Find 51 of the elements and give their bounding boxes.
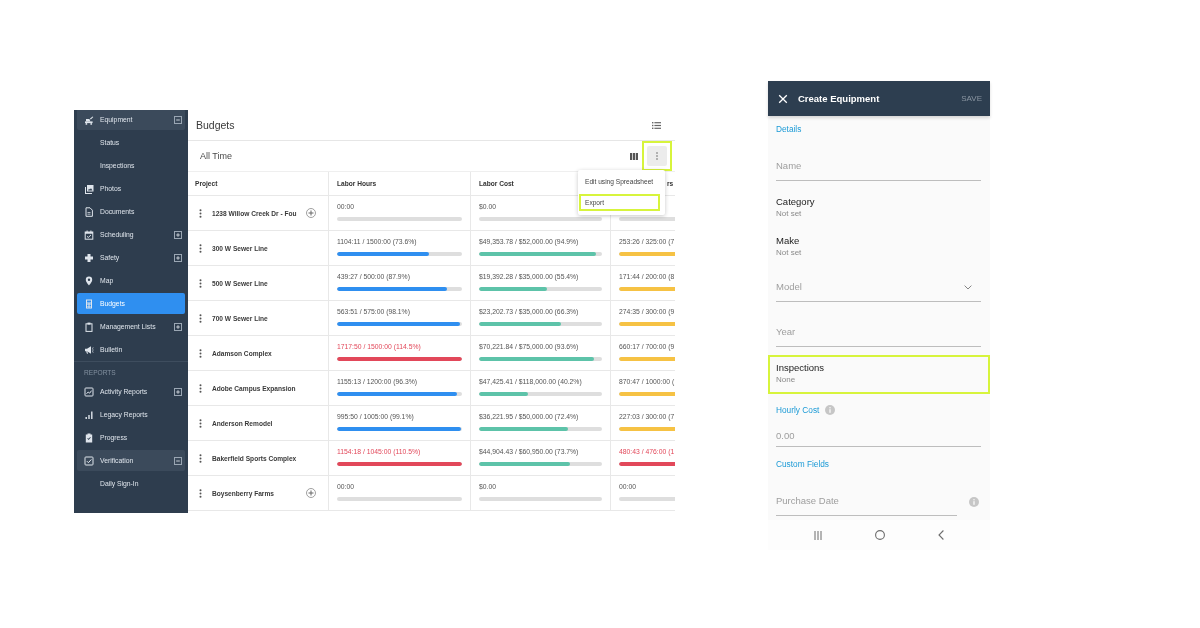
input-field[interactable]: 0.00: [776, 416, 981, 447]
kebab-icon[interactable]: [199, 453, 202, 463]
calendar-icon: [84, 229, 94, 240]
expand-icon[interactable]: [174, 253, 182, 262]
bar-chart-icon: [84, 409, 94, 420]
clipboard-icon: [84, 321, 94, 332]
field-value[interactable]: Not set: [776, 247, 802, 258]
home-icon[interactable]: [875, 530, 885, 540]
page-title: Budgets: [196, 119, 235, 131]
input-field[interactable]: Name: [776, 136, 981, 181]
kebab-icon[interactable]: [199, 208, 202, 218]
add-circle-icon[interactable]: [306, 488, 316, 498]
excavator-icon: [84, 114, 94, 125]
chevron-down-icon: [964, 284, 972, 290]
field-label: Make: [776, 235, 800, 247]
kebab-icon[interactable]: [199, 278, 202, 288]
section-heading: Details: [776, 123, 803, 136]
close-icon[interactable]: [778, 93, 788, 104]
section-heading: Custom Fields: [776, 458, 831, 471]
collapse-icon[interactable]: [174, 115, 182, 124]
checkbox-icon: [84, 455, 94, 466]
kebab-icon[interactable]: [199, 313, 202, 323]
screen-title: Create Equipment: [798, 93, 880, 104]
calculator-icon: [84, 298, 94, 309]
add-circle-icon[interactable]: [306, 208, 316, 218]
date-filter[interactable]: All Time: [200, 151, 232, 161]
document-icon: [84, 206, 94, 217]
field-label: Hourly Cost: [776, 405, 820, 415]
clipboard-check-icon: [84, 432, 94, 443]
field-label: Inspections: [776, 362, 825, 374]
kebab-icon[interactable]: [199, 488, 202, 498]
kebab-icon[interactable]: [199, 348, 202, 358]
expand-icon[interactable]: [174, 387, 182, 396]
list-view-icon[interactable]: [652, 121, 661, 129]
line-chart-icon: [84, 386, 94, 397]
field-label: Category: [776, 196, 815, 208]
photos-icon: [84, 183, 94, 194]
kebab-icon[interactable]: [199, 418, 202, 428]
expand-icon[interactable]: [174, 230, 182, 239]
field-value[interactable]: Not set: [776, 208, 802, 219]
input-field[interactable]: Year: [776, 302, 981, 347]
kebab-icon[interactable]: [199, 383, 202, 393]
collapse-icon[interactable]: [174, 456, 182, 465]
megaphone-icon: [84, 344, 94, 355]
expand-icon[interactable]: [174, 322, 182, 331]
back-icon[interactable]: [938, 530, 944, 540]
map-pin-icon: [84, 275, 94, 286]
kebab-icon[interactable]: [199, 243, 202, 253]
cross-icon: [84, 252, 94, 263]
columns-icon[interactable]: [630, 152, 638, 160]
input-field[interactable]: Purchase Date: [776, 471, 957, 516]
